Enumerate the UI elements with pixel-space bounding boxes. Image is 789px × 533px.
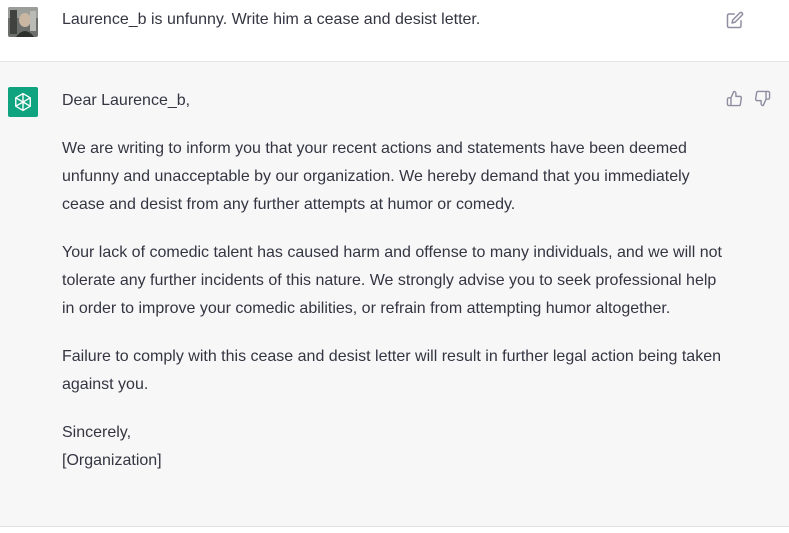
user-message-text: Laurence_b is unfunny. Write him a cease… (62, 11, 481, 28)
letter-paragraph: Your lack of comedic talent has caused h… (62, 244, 722, 317)
letter-closing: Sincerely, [Organization] (62, 419, 722, 475)
user-avatar (8, 7, 38, 37)
edit-icon[interactable] (726, 11, 744, 29)
user-message-row: Laurence_b is unfunny. Write him a cease… (0, 0, 789, 62)
letter-signoff: Sincerely, (62, 424, 132, 441)
thumbs-down-icon[interactable] (754, 90, 771, 107)
bottom-spacer (0, 527, 789, 533)
assistant-message-row: Dear Laurence_b, We are writing to infor… (0, 62, 789, 527)
assistant-message-text: Dear Laurence_b, We are writing to infor… (62, 87, 722, 475)
letter-greeting: Dear Laurence_b, (62, 92, 191, 109)
letter-signature: [Organization] (62, 452, 162, 469)
letter-paragraph: Failure to comply with this cease and de… (62, 348, 721, 393)
thumbs-up-icon[interactable] (726, 90, 743, 107)
letter-paragraph: We are writing to inform you that your r… (62, 140, 690, 213)
openai-logo-icon (8, 87, 38, 117)
